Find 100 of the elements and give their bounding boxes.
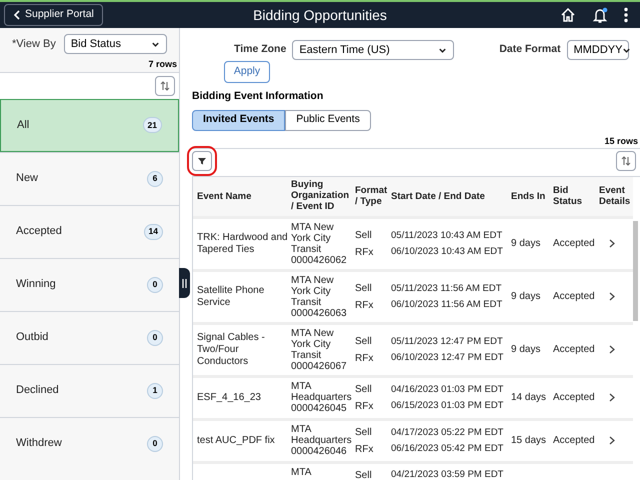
table-cell: ESF_4_16_23	[193, 376, 289, 420]
date-format-label: Date Format	[499, 42, 561, 58]
table-cell: Accepted	[553, 344, 595, 356]
pause-icon	[182, 278, 187, 288]
end-date-text: 06/16/2023 05:42 PM EDT	[391, 442, 504, 456]
end-date-text: 06/10/2023 11:56 AM EDT	[391, 298, 504, 312]
chevron-right-icon[interactable]	[609, 239, 615, 248]
table-cell: 9 days	[511, 238, 540, 250]
type-text: RFx	[355, 298, 374, 313]
organization-text: MTA New York City Transit	[291, 222, 335, 255]
table-cell: Accepted	[553, 435, 595, 446]
column-header: Event Details	[599, 186, 632, 208]
row-count: 15 rows	[603, 134, 639, 148]
end-date-text: 06/10/2023 12:47 PM EDT	[391, 350, 504, 365]
status-item[interactable]: Accepted 14	[0, 204, 179, 258]
more-icon[interactable]	[624, 7, 628, 23]
type-text: RFx	[355, 442, 374, 457]
format-text: Sell	[355, 426, 373, 440]
time-zone-label: Time Zone	[234, 42, 286, 58]
table-cell: Signal Cables - Two/Four Conductors	[193, 323, 289, 376]
type-text: RFx	[355, 400, 374, 414]
scrollbar[interactable]	[633, 221, 638, 322]
format-text: Sell	[355, 382, 373, 397]
view-by-select[interactable]: Bid Status	[64, 34, 167, 54]
status-item[interactable]: Outbid 0	[0, 310, 179, 364]
organization-text: MTA New York City Transit	[291, 274, 335, 308]
bell-icon[interactable]	[592, 6, 608, 24]
chevron-down-icon	[622, 46, 632, 54]
event-id-text: 0000426062	[291, 254, 348, 266]
start-date-text: 04/17/2023 05:22 PM EDT	[391, 426, 504, 440]
organization-text: MTA Headquarters	[291, 381, 353, 404]
status-item[interactable]: Winning 0	[0, 258, 179, 310]
status-item[interactable]: Declined 1	[0, 364, 179, 416]
time-zone-select[interactable]: Eastern Time (US)	[292, 40, 454, 60]
table-cell: TRK: Hardwood and Tapered Ties	[193, 217, 289, 270]
organization-text: MTA Headquarters	[291, 424, 353, 446]
count-badge: 21	[142, 117, 162, 133]
count-badge: 6	[147, 170, 163, 186]
end-date-text: 06/10/2023 10:43 AM EDT	[391, 244, 504, 259]
table-cell: 14 days	[511, 392, 546, 404]
count-badge: 0	[147, 276, 163, 292]
status-item[interactable]: New 6	[0, 152, 179, 204]
column-header: Ends In	[511, 192, 546, 202]
column-header: Event Name	[197, 192, 252, 202]
format-text: Sell	[355, 282, 373, 296]
end-date-text: 06/15/2023 01:03 PM EDT	[391, 398, 504, 413]
column-header: Format / Type	[355, 186, 388, 208]
table-cell: 9 days	[511, 344, 540, 356]
view-by-label: *View By	[12, 36, 56, 52]
column-header: Buying Organization / Event ID	[291, 180, 350, 213]
count-badge: 1	[147, 382, 163, 398]
table-cell: test AUC_PDF fix	[193, 419, 289, 462]
chevron-down-icon	[150, 40, 160, 48]
format-text: Sell	[355, 228, 373, 243]
start-date-text: 04/21/2023 03:59 PM EDT	[391, 468, 504, 480]
format-text: Sell	[355, 468, 373, 480]
start-date-text: 05/11/2023 10:43 AM EDT	[391, 228, 504, 243]
sort-button[interactable]	[155, 76, 175, 96]
type-text: RFx	[355, 246, 374, 260]
back-button[interactable]: Supplier Portal	[4, 4, 103, 26]
format-text: Sell	[355, 334, 373, 349]
collapse-handle[interactable]	[179, 268, 190, 298]
row-count: 7 rows	[147, 58, 178, 71]
table-cell: Accepted	[553, 291, 595, 302]
page-title: Bidding Opportunities	[252, 6, 388, 25]
status-item[interactable]: All 21	[0, 98, 179, 152]
apply-button[interactable]: Apply	[224, 61, 270, 83]
count-badge: 14	[144, 224, 163, 240]
sort-button[interactable]	[616, 151, 636, 172]
start-date-text: 05/11/2023 12:47 PM EDT	[391, 334, 504, 349]
table-cell: 15 days	[511, 435, 546, 446]
organization-text: MTA	[291, 466, 312, 478]
event-id-text: 0000426067	[291, 360, 348, 372]
column-header: Bid Status	[553, 186, 584, 208]
tab[interactable]: Public Events	[285, 110, 371, 131]
section-title: Bidding Event Information	[192, 89, 324, 104]
home-icon[interactable]	[560, 7, 576, 23]
date-format-select[interactable]: MMDDYY	[566, 40, 629, 60]
chevron-right-icon[interactable]	[609, 292, 615, 302]
event-id-text: 0000426063	[291, 308, 348, 319]
column-header: Start Date / End Date	[391, 192, 485, 202]
chevron-down-icon	[438, 46, 448, 54]
filter-icon	[197, 156, 207, 166]
table-cell: Accepted	[553, 238, 595, 250]
count-badge: 0	[147, 436, 163, 452]
sort-icon	[159, 80, 171, 92]
tab[interactable]: Invited Events	[192, 110, 286, 131]
organization-text: MTA New York City Transit	[291, 328, 335, 361]
chevron-right-icon[interactable]	[609, 345, 615, 354]
type-text: RFx	[355, 352, 374, 366]
count-badge: 0	[147, 330, 163, 346]
table-cell: 9 days	[511, 291, 540, 302]
event-id-text: 0000426046	[291, 446, 348, 458]
sort-icon	[620, 155, 632, 168]
table-cell: Accepted	[553, 392, 595, 404]
status-item[interactable]: Withdrew 0	[0, 416, 179, 470]
chevron-right-icon[interactable]	[609, 393, 615, 402]
chevron-right-icon[interactable]	[609, 436, 615, 446]
start-date-text: 05/11/2023 11:56 AM EDT	[391, 282, 503, 296]
chevron-left-icon	[13, 10, 21, 20]
